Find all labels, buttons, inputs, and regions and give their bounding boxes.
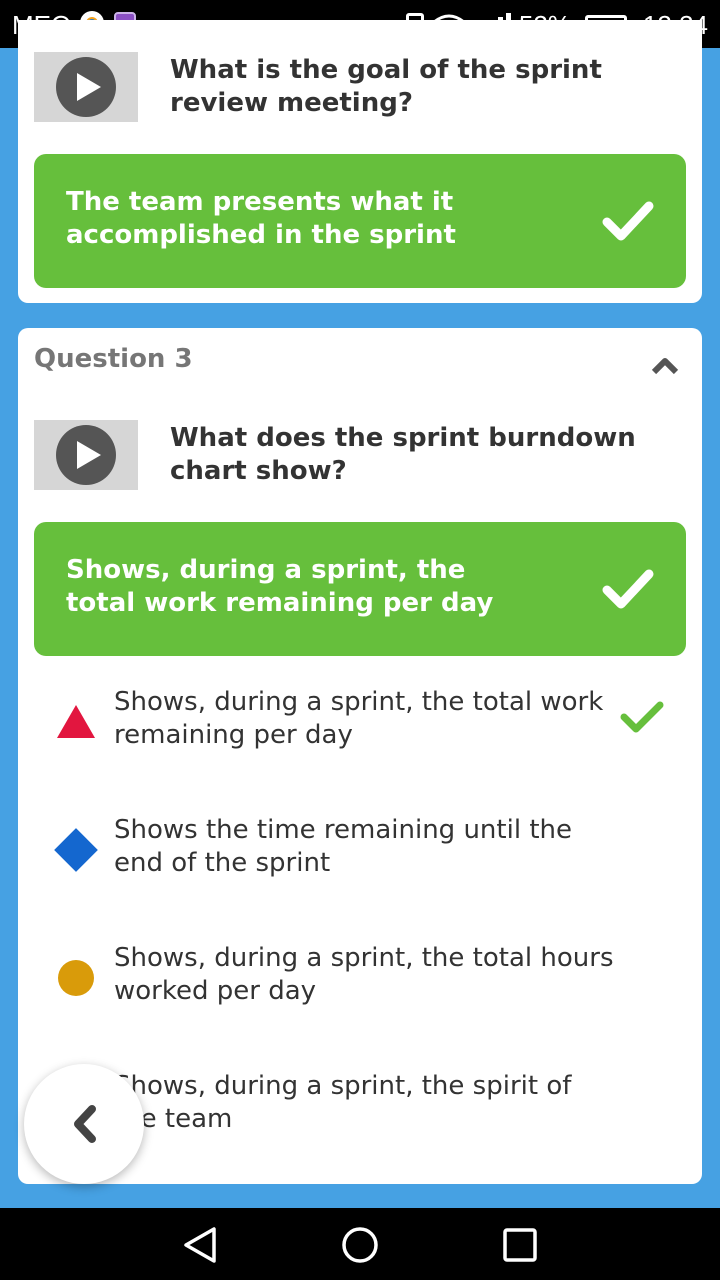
chevron-left-icon[interactable] [70, 1104, 98, 1144]
circle-icon [58, 960, 94, 996]
answer-option-diamond: Shows the time remaining until the end o… [34, 814, 686, 894]
checkmark-icon [602, 569, 654, 609]
correct-answer-box: Shows, during a sprint, the total work r… [34, 522, 686, 656]
answer-text: Shows, during a sprint, the total work r… [114, 687, 604, 750]
answer-text: Shows, during a sprint, the total hours … [114, 943, 614, 1006]
back-button[interactable] [24, 1064, 144, 1184]
diamond-icon [54, 828, 98, 872]
play-icon[interactable] [56, 57, 116, 117]
question-text: What does the sprint burndown chart show… [170, 423, 636, 486]
correct-answer-text: The team presents what it accomplished i… [66, 187, 456, 250]
navigation-bar [0, 1208, 720, 1280]
triangle-icon [57, 705, 95, 738]
video-thumbnail[interactable] [34, 420, 138, 490]
previous-question-card: What is the goal of the sprint review me… [18, 20, 702, 303]
checkmark-icon [620, 701, 664, 733]
correct-answer-box: The team presents what it accomplished i… [34, 154, 686, 288]
chevron-up-icon[interactable] [650, 356, 680, 376]
answer-text: Shows the time remaining until the end o… [114, 815, 572, 878]
answer-option-triangle: Shows, during a sprint, the total work r… [34, 686, 686, 766]
checkmark-icon [602, 201, 654, 241]
correct-answer-text: Shows, during a sprint, the total work r… [66, 555, 494, 618]
question-header: Question 3 [34, 344, 193, 374]
recents-square-icon[interactable] [501, 1226, 539, 1264]
back-triangle-icon[interactable] [181, 1226, 219, 1264]
home-circle-icon[interactable] [341, 1226, 379, 1264]
answer-text: Shows, during a sprint, the spirit of th… [114, 1071, 572, 1134]
play-icon[interactable] [56, 425, 116, 485]
question-card: Question 3 What does the sprint burndown… [18, 328, 702, 1184]
question-text: What is the goal of the sprint review me… [170, 55, 602, 118]
video-thumbnail[interactable] [34, 52, 138, 122]
answer-option-circle: Shows, during a sprint, the total hours … [34, 942, 686, 1022]
